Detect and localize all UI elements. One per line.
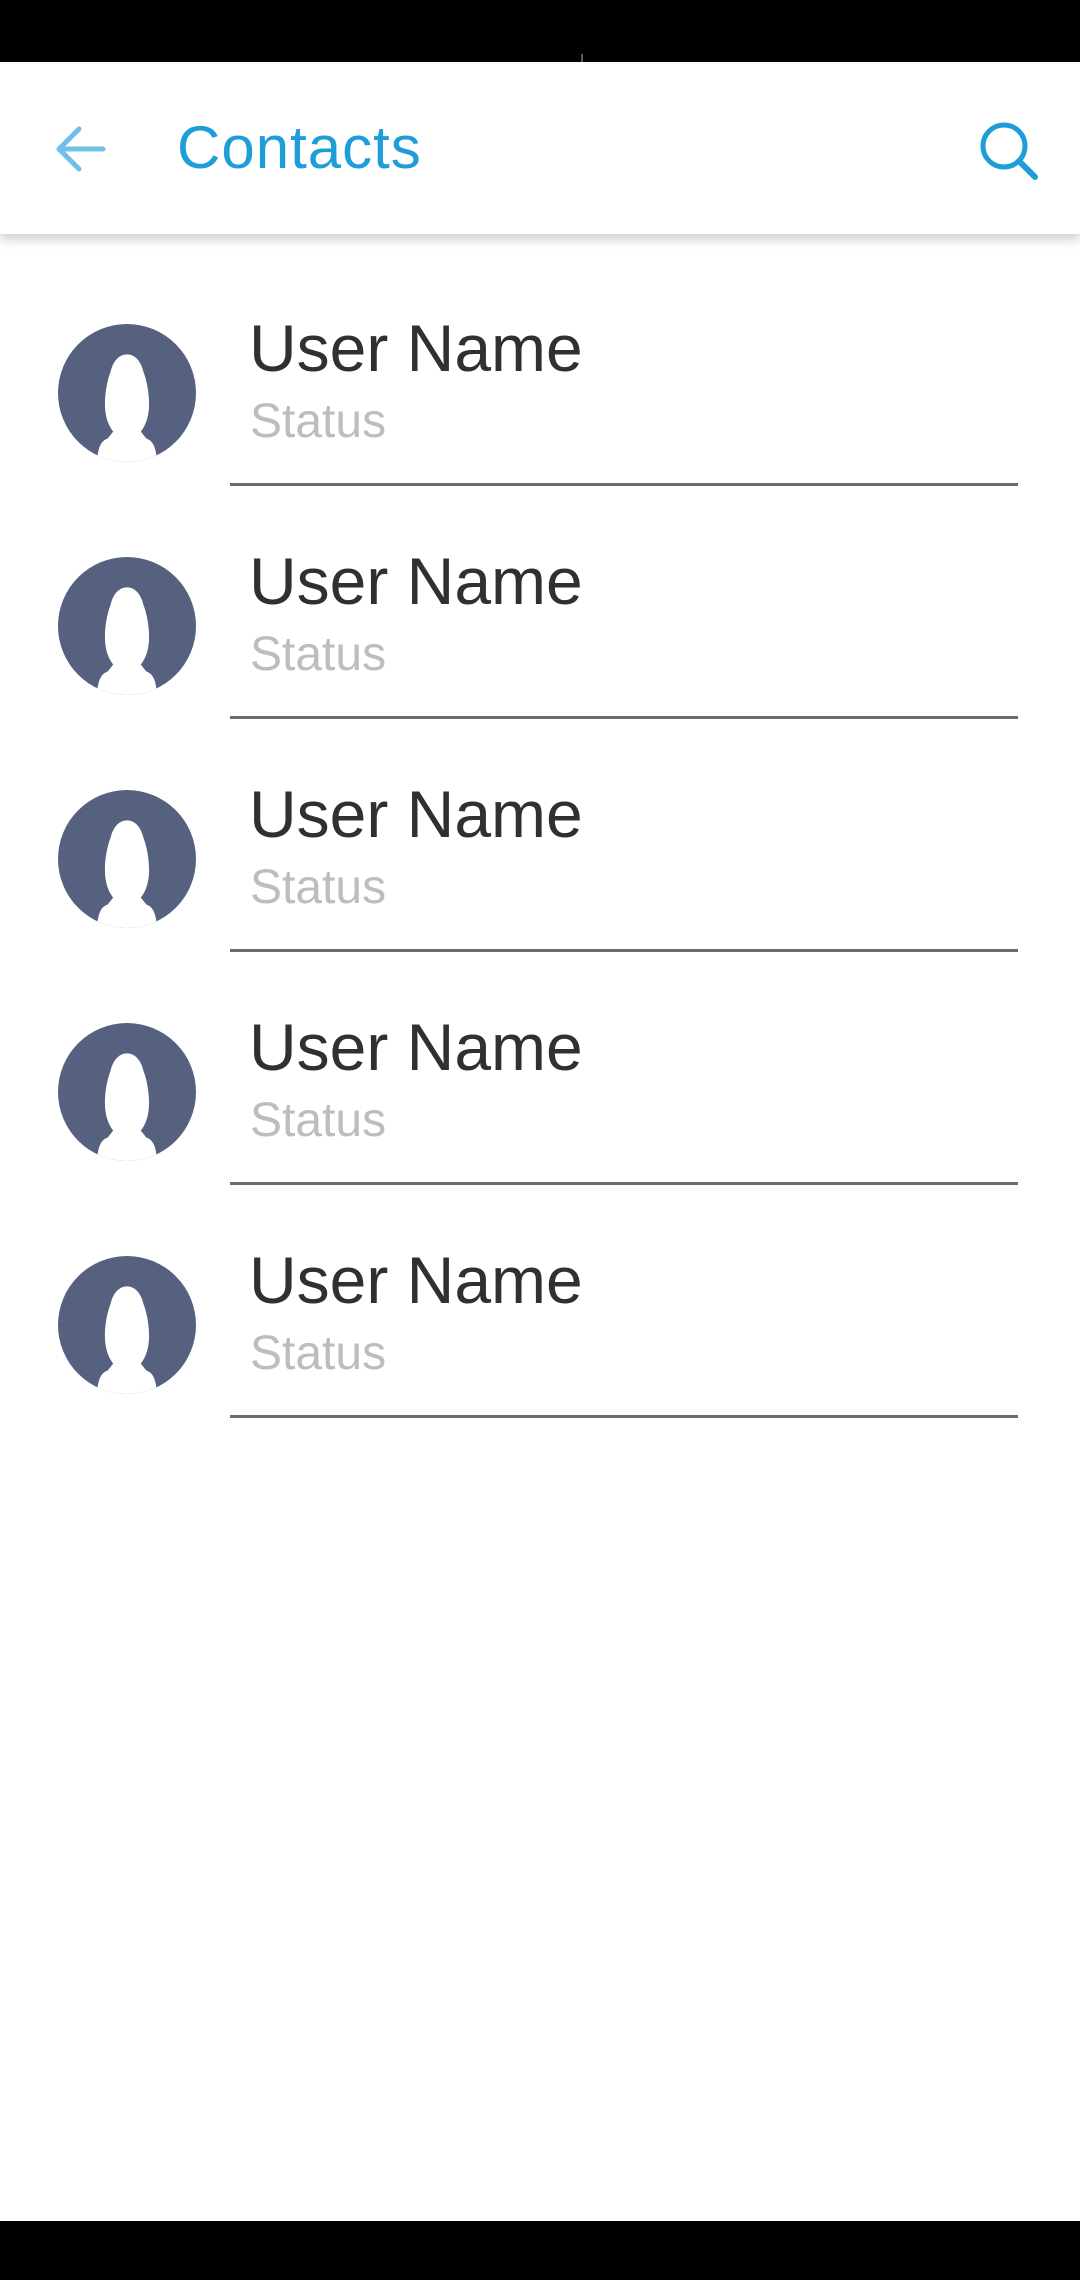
- contact-status: Status: [250, 861, 387, 914]
- contact-list: User Name Status User Name Status User N…: [0, 234, 1080, 1418]
- back-button[interactable]: [36, 104, 126, 194]
- contact-row[interactable]: User Name Status: [0, 234, 1080, 486]
- arrow-left-icon: [56, 126, 106, 172]
- person-silhouette-icon: [58, 324, 196, 462]
- contact-row[interactable]: User Name Status: [0, 700, 1080, 952]
- contact-status: Status: [250, 1094, 387, 1147]
- person-silhouette-icon: [58, 1023, 196, 1161]
- page-title: Contacts: [177, 114, 422, 181]
- contact-status: Status: [250, 628, 387, 681]
- status-bar: [0, 0, 1080, 62]
- contact-name: User Name: [249, 544, 583, 618]
- status-bar-mark: [581, 54, 583, 62]
- contact-row[interactable]: User Name Status: [0, 933, 1080, 1185]
- contact-status: Status: [250, 395, 387, 448]
- contact-name: User Name: [249, 311, 583, 385]
- contact-name: User Name: [249, 1243, 583, 1317]
- app-bar: Contacts: [0, 62, 1080, 234]
- contact-row[interactable]: User Name Status: [0, 1166, 1080, 1418]
- contact-row[interactable]: User Name Status: [0, 467, 1080, 719]
- contacts-screen: Contacts User Name Status User Name Stat…: [0, 0, 1080, 2280]
- contact-status: Status: [250, 1327, 387, 1380]
- contact-name: User Name: [249, 1010, 583, 1084]
- contact-name: User Name: [249, 777, 583, 851]
- search-button[interactable]: [962, 104, 1056, 198]
- divider: [230, 1415, 1018, 1418]
- navigation-bar: [0, 2221, 1080, 2280]
- person-silhouette-icon: [58, 1256, 196, 1394]
- search-icon: [980, 122, 1038, 180]
- person-silhouette-icon: [58, 790, 196, 928]
- person-silhouette-icon: [58, 557, 196, 695]
